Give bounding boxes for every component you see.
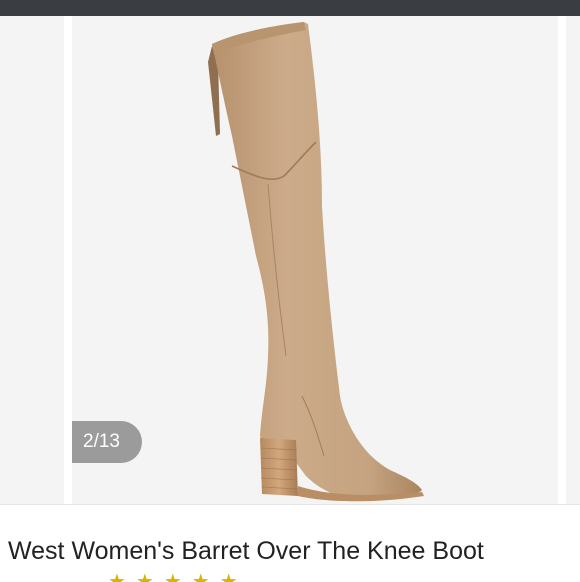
previous-slide-peek[interactable] — [0, 16, 64, 504]
product-title: West Women's Barret Over The Knee Boot — [8, 537, 484, 565]
current-slide[interactable]: 2/13 — [72, 16, 558, 504]
product-image-carousel[interactable]: 2/13 — [0, 16, 580, 504]
next-slide-peek[interactable] — [566, 16, 580, 504]
top-status-bar — [0, 0, 580, 16]
boot-product-image — [208, 22, 424, 502]
section-divider — [0, 504, 580, 505]
image-counter-badge: 2/13 — [72, 421, 142, 463]
image-counter-text: 2/13 — [83, 431, 120, 452]
